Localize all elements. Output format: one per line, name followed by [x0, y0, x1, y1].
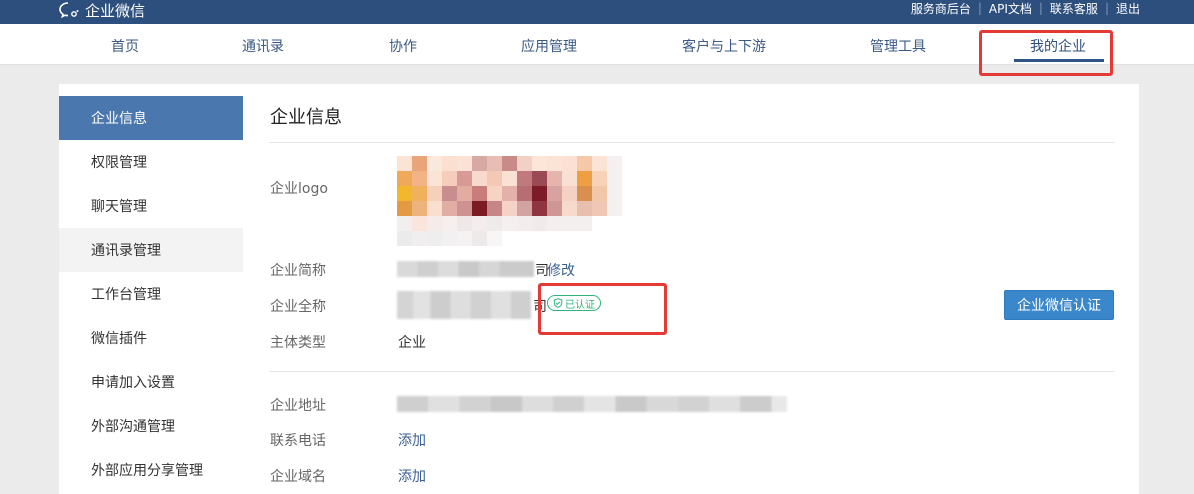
sidebar-item-enterprise-info[interactable]: 企业信息 [59, 96, 243, 140]
nav-management-tools[interactable]: 管理工具 [870, 36, 926, 56]
divider [269, 142, 1114, 143]
nav-customers[interactable]: 客户与上下游 [682, 36, 766, 56]
address-label: 企业地址 [270, 398, 326, 414]
entity-type-label: 主体类型 [270, 335, 326, 351]
wecom-verification-button[interactable]: 企业微信认证 [1004, 290, 1114, 320]
separator: | [1104, 1, 1109, 15]
brand[interactable]: 企业微信 [58, 0, 145, 20]
brand-name: 企业微信 [85, 1, 146, 20]
page-title: 企业信息 [270, 107, 342, 128]
sidebar-item-permissions[interactable]: 权限管理 [59, 140, 243, 184]
add-phone-link[interactable]: 添加 [398, 430, 426, 450]
sidebar-item-workbench-management[interactable]: 工作台管理 [59, 272, 243, 316]
highlight-box-verified [538, 283, 667, 335]
enterprise-info-panel: 企业信息 企业logo 企业简称 司 修改 企业全称 司 已认证 企业微信认证 … [243, 84, 1139, 494]
highlight-box-my-enterprise [979, 30, 1113, 76]
provider-console-link[interactable]: 服务商后台 [911, 0, 971, 17]
redacted-full-name [397, 291, 531, 319]
separator: | [977, 1, 982, 15]
sidebar: 企业信息 权限管理 聊天管理 通讯录管理 工作台管理 微信插件 申请加入设置 外… [59, 84, 243, 494]
short-name-label: 企业简称 [270, 263, 326, 279]
api-docs-link[interactable]: API文档 [989, 0, 1032, 17]
modify-short-name-link[interactable]: 修改 [547, 260, 575, 280]
phone-label: 联系电话 [270, 433, 326, 449]
nav-contacts[interactable]: 通讯录 [242, 36, 284, 56]
top-links: 服务商后台 | API文档 | 联系客服 | 退出 [911, 0, 1140, 16]
top-bar: 企业微信 服务商后台 | API文档 | 联系客服 | 退出 [0, 0, 1194, 24]
sidebar-item-wechat-plugin[interactable]: 微信插件 [59, 316, 243, 360]
separator: | [1038, 1, 1043, 15]
nav-home[interactable]: 首页 [111, 36, 139, 56]
domain-label: 企业域名 [270, 469, 326, 485]
logo-label: 企业logo [270, 181, 328, 197]
add-domain-link[interactable]: 添加 [398, 466, 426, 486]
entity-type-value: 企业 [398, 335, 426, 351]
redacted-short-name [397, 261, 534, 277]
divider [269, 371, 1114, 372]
sidebar-item-contacts-management[interactable]: 通讯录管理 [59, 228, 243, 272]
sidebar-item-external-app-sharing[interactable]: 外部应用分享管理 [59, 448, 243, 492]
sidebar-item-join-settings[interactable]: 申请加入设置 [59, 360, 243, 404]
nav-collaboration[interactable]: 协作 [389, 36, 417, 56]
sidebar-item-chat-management[interactable]: 聊天管理 [59, 184, 243, 228]
logout-link[interactable]: 退出 [1116, 0, 1140, 17]
enterprise-logo[interactable] [397, 156, 637, 246]
full-name-label: 企业全称 [270, 299, 326, 315]
contact-support-link[interactable]: 联系客服 [1050, 0, 1098, 17]
wecom-logo-icon [59, 2, 79, 19]
nav-app-management[interactable]: 应用管理 [521, 36, 577, 56]
redacted-address [397, 396, 787, 412]
sidebar-item-external-communication[interactable]: 外部沟通管理 [59, 404, 243, 448]
